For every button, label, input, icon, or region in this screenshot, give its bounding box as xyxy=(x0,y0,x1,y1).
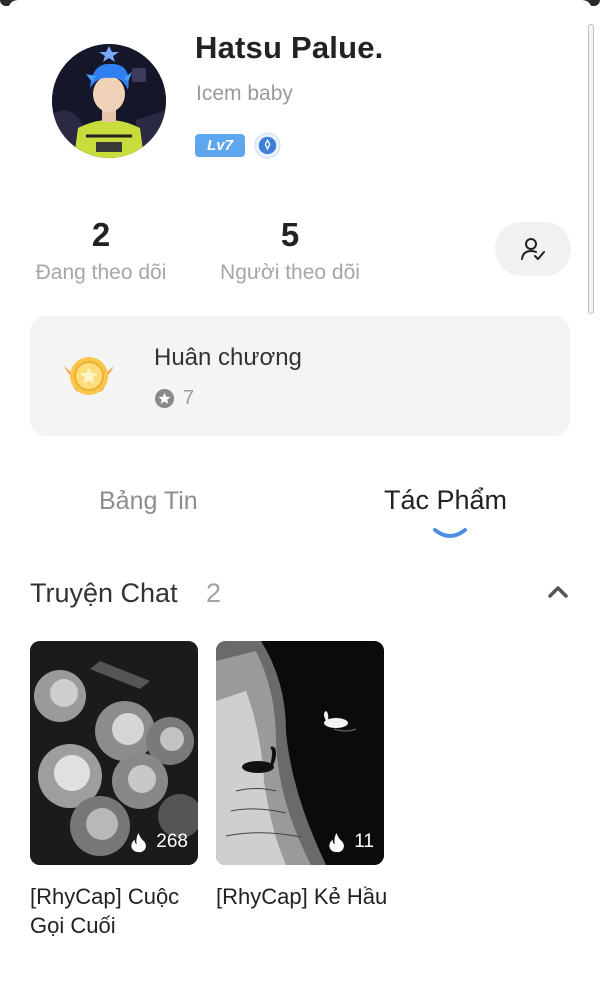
medals-title: Huân chương xyxy=(154,344,302,371)
window-top-edge xyxy=(0,0,600,10)
star-badge-icon xyxy=(154,388,175,409)
section-count: 2 xyxy=(206,578,222,608)
following-label: Đang theo dõi xyxy=(35,261,167,284)
followers-stat[interactable]: 5 Người theo dõi xyxy=(214,215,366,285)
verified-creator-icon xyxy=(254,132,281,159)
view-count-value: 11 xyxy=(354,831,374,852)
fire-icon xyxy=(131,832,147,852)
followers-count: 5 xyxy=(280,216,300,253)
story-cover[interactable]: 11 xyxy=(216,641,384,865)
story-cover[interactable]: 268 xyxy=(30,641,198,865)
profile-name: Hatsu Palue. xyxy=(195,30,384,65)
story-title[interactable]: [RhyCap] Cuộc Gọi Cuối xyxy=(30,882,205,940)
fire-icon xyxy=(329,832,345,852)
avatar[interactable] xyxy=(52,44,166,158)
scrollbar[interactable] xyxy=(588,24,594,314)
profile-bio: Icem baby xyxy=(196,82,293,105)
view-count: 268 xyxy=(129,831,188,853)
medal-icon xyxy=(60,348,118,404)
followers-label: Người theo dõi xyxy=(220,261,360,284)
view-count: 11 xyxy=(327,831,374,853)
level-badge: Lv7 xyxy=(195,134,245,157)
medals-card[interactable]: Huân chương 7 xyxy=(30,316,570,436)
story-card[interactable]: 268 [RhyCap] Cuộc Gọi Cuối xyxy=(30,641,198,940)
chevron-up-icon[interactable] xyxy=(546,583,570,601)
section-title: Truyện Chat xyxy=(30,578,178,608)
following-count: 2 xyxy=(91,216,111,253)
story-title[interactable]: [RhyCap] Kẻ Hầu xyxy=(216,882,391,911)
tab-feed[interactable]: Bảng Tin xyxy=(99,487,198,516)
following-stat[interactable]: 2 Đang theo dõi xyxy=(30,215,172,285)
followed-user-button[interactable] xyxy=(495,222,571,276)
user-check-icon xyxy=(521,238,545,260)
active-tab-indicator xyxy=(431,526,469,540)
view-count-value: 268 xyxy=(156,831,188,852)
story-card[interactable]: 11 [RhyCap] Kẻ Hầu xyxy=(216,641,387,911)
medals-count: 7 xyxy=(183,387,195,409)
tab-works[interactable]: Tác Phẩm xyxy=(384,485,507,516)
